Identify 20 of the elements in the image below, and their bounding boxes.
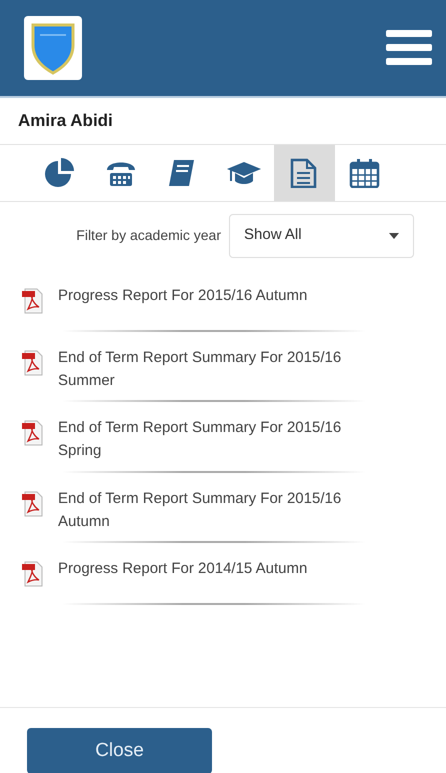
menu-icon (386, 28, 432, 68)
academic-year-dropdown[interactable]: Show All (229, 214, 414, 258)
pdf-file-icon (22, 420, 44, 446)
report-link[interactable]: Progress Report For 2015/16 Autumn (58, 284, 308, 307)
pdf-file-icon (22, 350, 44, 376)
report-link[interactable]: End of Term Report Summary For 2015/16 Autumn (58, 486, 388, 533)
report-link[interactable]: End of Term Report Summary For 2015/16 Summer (58, 346, 388, 392)
caret-icon (389, 232, 399, 238)
pdf-file-icon (22, 561, 44, 587)
menu-button[interactable] (386, 28, 432, 68)
report-link[interactable]: Progress Report For 2014/15 Autumn (58, 557, 308, 580)
school-logo (24, 16, 82, 80)
pdf-file-icon (22, 288, 44, 314)
report-link[interactable]: End of Term Report Summary For 2015/16 Spring (58, 416, 388, 462)
close-button[interactable]: Close (27, 728, 212, 773)
tab[interactable] (274, 144, 335, 200)
student-name: Amira Abidi (17, 110, 114, 132)
calendar-icon (348, 158, 382, 188)
filter-label: Filter by academic year (76, 226, 221, 245)
pdf-file-icon (22, 490, 44, 516)
